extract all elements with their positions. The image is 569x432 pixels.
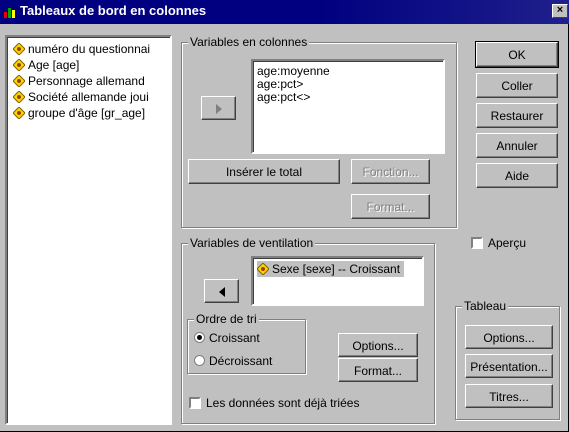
descending-label: Décroissant xyxy=(209,354,273,368)
list-item-label: Sexe [sexe] -- Croissant xyxy=(272,262,401,276)
columns-group-label: Variables en colonnes xyxy=(188,35,310,49)
list-item-label: numéro du questionnai xyxy=(28,42,151,56)
list-item[interactable]: groupe d'âge [gr_age] xyxy=(13,105,145,121)
function-button[interactable]: Fonction... xyxy=(351,159,430,184)
list-item[interactable]: numéro du questionnai xyxy=(13,41,150,57)
app-icon xyxy=(4,8,15,18)
preview-checkbox[interactable]: Aperçu xyxy=(471,236,526,250)
help-button[interactable]: Aide xyxy=(476,163,558,188)
table-options-button[interactable]: Options... xyxy=(465,325,553,349)
list-item-label: Société allemande joui xyxy=(28,90,149,104)
window-title: Tableaux de bord en colonnes xyxy=(20,3,207,18)
ok-button[interactable]: OK xyxy=(475,41,559,68)
dialog-window: Tableaux de bord en colonnes × numéro du… xyxy=(0,0,569,432)
list-item[interactable]: Sexe [sexe] -- Croissant xyxy=(257,261,405,277)
variable-icon xyxy=(13,75,25,87)
variable-icon xyxy=(13,43,25,55)
list-item[interactable]: Société allemande joui xyxy=(13,89,149,105)
insert-total-button[interactable]: Insérer le total xyxy=(188,159,340,184)
breakdown-group-label: Variables de ventilation xyxy=(188,236,316,250)
table-titles-button[interactable]: Titres... xyxy=(465,384,553,408)
title-bar[interactable]: Tableaux de bord en colonnes × xyxy=(0,0,569,24)
variable-icon xyxy=(13,59,25,71)
checkbox-indicator xyxy=(189,397,201,409)
preview-label: Aperçu xyxy=(488,236,527,250)
list-item[interactable]: age:pct<> xyxy=(257,89,310,105)
arrow-left-icon xyxy=(218,287,225,297)
list-item-label: Age [age] xyxy=(28,58,80,72)
source-variable-list[interactable]: numéro du questionnai Age [age] Personna… xyxy=(5,35,172,425)
move-to-breakdown-button[interactable] xyxy=(204,279,239,303)
paste-button[interactable]: Coller xyxy=(476,73,558,98)
already-sorted-label: Les données sont déjà triées xyxy=(206,396,360,410)
format-button-top[interactable]: Format... xyxy=(351,194,430,219)
list-item-label: Personnage allemand xyxy=(28,74,145,88)
list-item-label: groupe d'âge [gr_age] xyxy=(28,106,146,120)
descending-radio[interactable]: Décroissant xyxy=(194,354,272,368)
ascending-label: Croissant xyxy=(209,331,260,345)
sort-format-button[interactable]: Format... xyxy=(338,358,418,382)
ascending-radio[interactable]: Croissant xyxy=(194,331,260,345)
radio-indicator xyxy=(194,355,205,366)
list-item[interactable]: Personnage allemand xyxy=(13,73,145,89)
table-group-label: Tableau xyxy=(462,299,509,313)
variable-icon xyxy=(13,91,25,103)
columns-list[interactable]: age:moyenne age:pct> age:pct<> xyxy=(251,59,445,154)
checkbox-indicator xyxy=(471,237,483,249)
move-to-columns-button[interactable] xyxy=(201,96,236,120)
already-sorted-checkbox[interactable]: Les données sont déjà triées xyxy=(189,396,359,410)
close-button[interactable]: × xyxy=(552,4,568,18)
arrow-right-icon xyxy=(215,104,222,114)
list-item[interactable]: Age [age] xyxy=(13,57,79,73)
cancel-button[interactable]: Annuler xyxy=(476,133,558,158)
sort-order-label: Ordre de tri xyxy=(194,312,259,326)
reset-button[interactable]: Restaurer xyxy=(476,103,558,128)
breakdown-list[interactable]: Sexe [sexe] -- Croissant xyxy=(251,256,424,306)
sort-options-button[interactable]: Options... xyxy=(338,333,418,357)
table-presentation-button[interactable]: Présentation... xyxy=(465,354,553,378)
variable-icon xyxy=(257,263,269,275)
radio-indicator xyxy=(194,332,205,343)
variable-icon xyxy=(13,107,25,119)
